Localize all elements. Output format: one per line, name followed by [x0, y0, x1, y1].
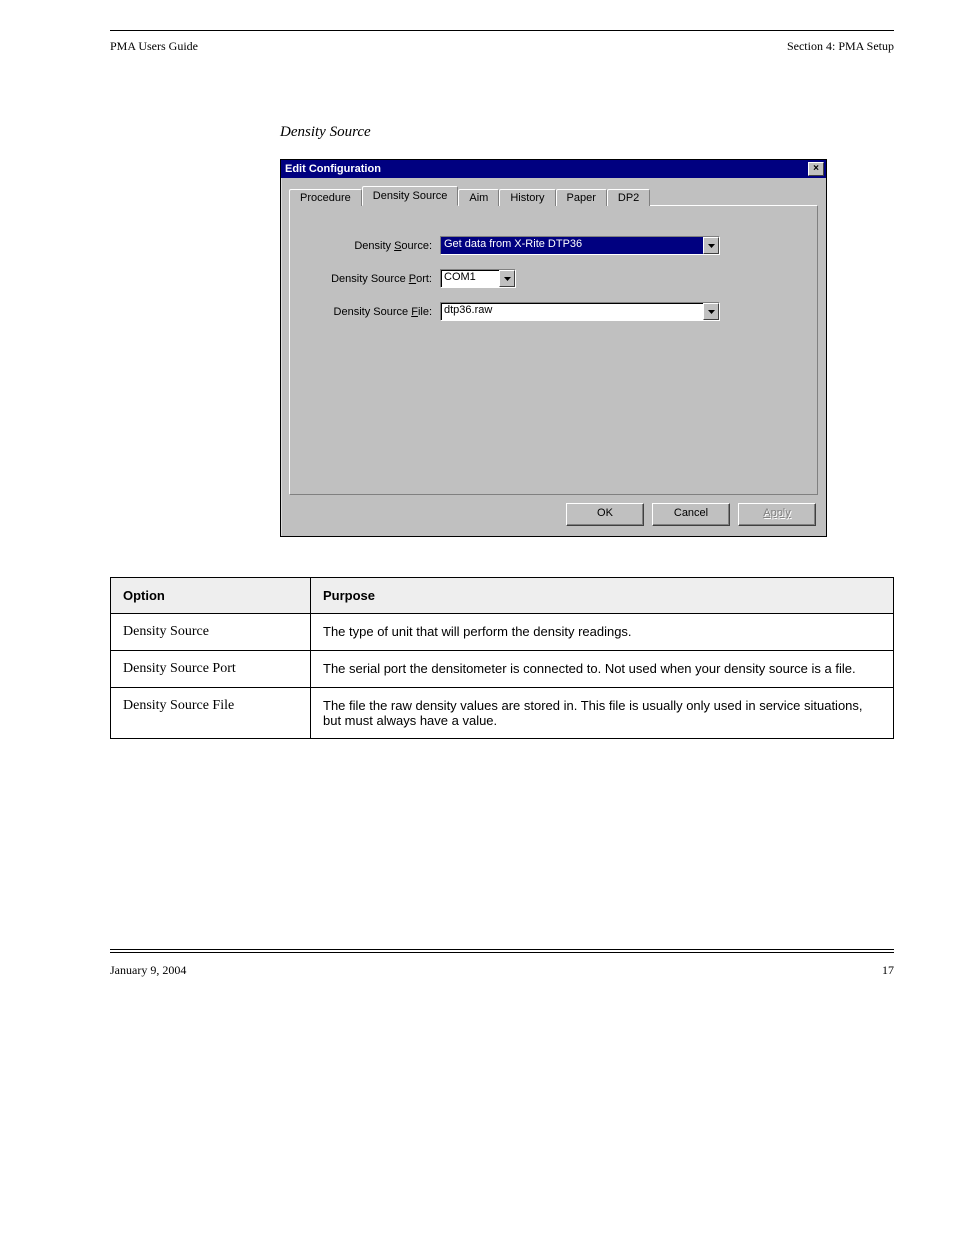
tab-strip: Procedure Density Source Aim History Pap…	[289, 186, 818, 206]
col-option: Option	[111, 578, 311, 614]
opt-cell: Density Source File	[111, 688, 311, 739]
options-table: Option Purpose Density Source The type o…	[110, 577, 894, 739]
density-source-file-combo[interactable]: dtp36.raw	[440, 302, 720, 321]
tab-procedure-label: Procedure	[300, 192, 351, 204]
top-rule	[110, 30, 894, 31]
tab-history[interactable]: History	[499, 189, 555, 206]
running-header-left: PMA Users Guide	[110, 39, 198, 54]
purpose-cell: The serial port the densitometer is conn…	[311, 651, 894, 688]
edit-configuration-dialog: Edit Configuration × Procedure Density S…	[280, 159, 827, 537]
tab-aim-label: Aim	[469, 192, 488, 204]
button-row: OK Cancel Apply	[281, 503, 826, 536]
density-source-drop[interactable]	[703, 237, 719, 254]
footer-date: January 9, 2004	[110, 963, 186, 978]
ok-button[interactable]: OK	[566, 503, 644, 526]
tab-dp2[interactable]: DP2	[607, 189, 650, 206]
density-source-port-combo[interactable]: COM1	[440, 269, 516, 288]
purpose-cell: The type of unit that will perform the d…	[311, 614, 894, 651]
tab-dp2-label: DP2	[618, 192, 639, 204]
apply-button[interactable]: Apply	[738, 503, 816, 526]
dialog-title: Edit Configuration	[285, 163, 381, 175]
chevron-down-icon	[504, 277, 511, 281]
running-header-right: Section 4: PMA Setup	[787, 39, 894, 54]
density-source-label: Density Source:	[290, 240, 440, 252]
tab-aim[interactable]: Aim	[458, 189, 499, 206]
table-row: Density Source File The file the raw den…	[111, 688, 894, 739]
table-row: Density Source The type of unit that wil…	[111, 614, 894, 651]
density-source-port-label: Density Source Port:	[290, 273, 440, 285]
tab-history-label: History	[510, 192, 544, 204]
chevron-down-icon	[708, 244, 715, 248]
tab-procedure[interactable]: Procedure	[289, 189, 362, 206]
density-source-file-label: Density Source File:	[290, 306, 440, 318]
tab-panel: Density Source: Get data from X-Rite DTP…	[289, 205, 818, 495]
section-title: Density Source	[280, 124, 894, 141]
tab-paper[interactable]: Paper	[556, 189, 607, 206]
tab-paper-label: Paper	[567, 192, 596, 204]
density-source-port-drop[interactable]	[499, 270, 515, 287]
chevron-down-icon	[708, 310, 715, 314]
table-row: Density Source Port The serial port the …	[111, 651, 894, 688]
apply-button-label: Apply	[763, 507, 791, 519]
purpose-cell: The file the raw density values are stor…	[311, 688, 894, 739]
close-button[interactable]: ×	[808, 162, 824, 176]
density-source-combo[interactable]: Get data from X-Rite DTP36	[440, 236, 720, 255]
density-source-file-value: dtp36.raw	[441, 303, 703, 320]
density-source-file-drop[interactable]	[703, 303, 719, 320]
close-icon: ×	[813, 163, 819, 174]
col-purpose: Purpose	[311, 578, 894, 614]
footer-rule	[110, 949, 894, 955]
cancel-button[interactable]: Cancel	[652, 503, 730, 526]
opt-cell: Density Source	[111, 614, 311, 651]
density-source-port-value: COM1	[441, 270, 499, 287]
running-header: PMA Users Guide Section 4: PMA Setup	[110, 39, 894, 54]
footer-page: 17	[882, 963, 894, 978]
opt-cell: Density Source Port	[111, 651, 311, 688]
density-source-value: Get data from X-Rite DTP36	[441, 237, 703, 254]
tab-density-source[interactable]: Density Source	[362, 186, 459, 206]
cancel-button-label: Cancel	[674, 507, 708, 519]
ok-button-label: OK	[597, 507, 613, 519]
tab-density-source-label: Density Source	[373, 190, 448, 202]
footer: January 9, 2004 17	[110, 963, 894, 978]
titlebar: Edit Configuration ×	[281, 160, 826, 178]
